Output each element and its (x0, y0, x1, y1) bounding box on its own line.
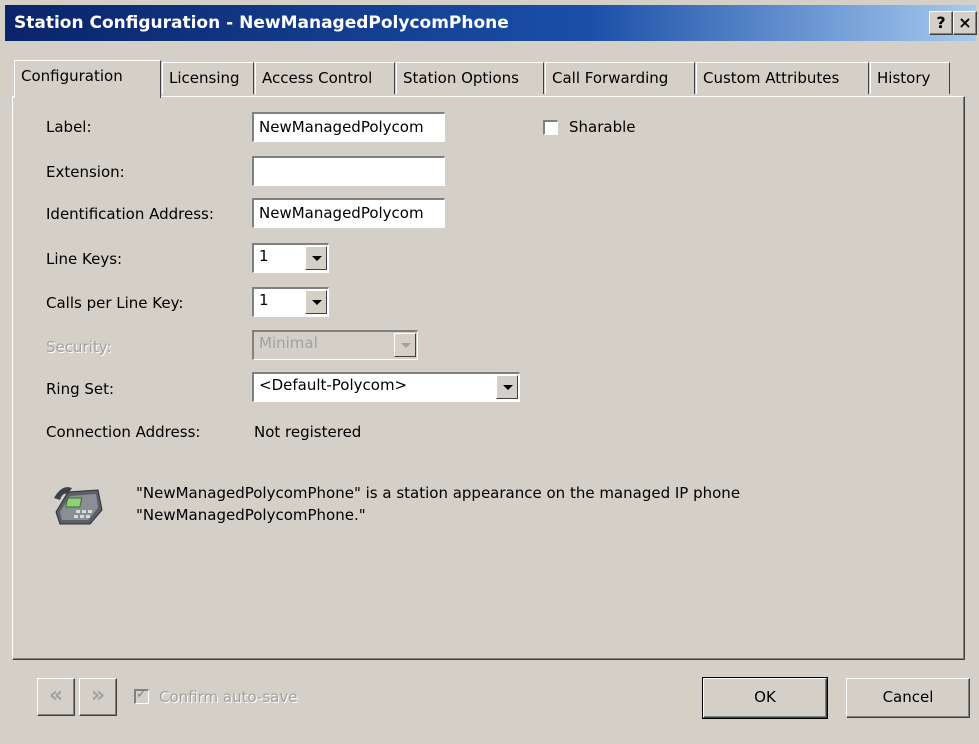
confirm-autosave-checkbox: ✓ (134, 687, 149, 704)
tab-station-options[interactable]: Station Options (396, 62, 544, 94)
next-button[interactable]: » (79, 678, 117, 716)
tab-licensing[interactable]: Licensing (162, 62, 254, 94)
label-input[interactable]: NewManagedPolycom (252, 112, 445, 142)
extension-label: Extension: (46, 163, 125, 181)
checkmark-icon: ✓ (136, 687, 147, 702)
ring-set-select[interactable]: <Default-Polycom> (252, 372, 520, 402)
tab-label: Call Forwarding (552, 69, 669, 87)
tab-label: Access Control (262, 69, 373, 87)
title-bar: Station Configuration - NewManagedPolyco… (5, 5, 977, 41)
ip-phone-icon (50, 478, 106, 528)
sharable-label: Sharable (569, 118, 636, 136)
ok-button[interactable]: OK (702, 677, 828, 719)
ring-set-label: Ring Set: (46, 380, 115, 398)
tab-label: Licensing (169, 69, 240, 87)
help-button[interactable]: ? (929, 11, 953, 35)
chevron-down-icon (394, 333, 416, 357)
tab-custom-attributes[interactable]: Custom Attributes (696, 62, 869, 94)
calls-per-line-key-value: 1 (259, 291, 269, 309)
calls-per-line-key-label: Calls per Line Key: (46, 294, 184, 312)
chevron-down-icon[interactable] (305, 246, 327, 270)
station-configuration-dialog: Station Configuration - NewManagedPolyco… (0, 0, 979, 744)
sharable-checkbox[interactable] (543, 120, 558, 135)
previous-button[interactable]: « (37, 678, 75, 716)
tab-configuration[interactable]: Configuration (14, 60, 161, 98)
connection-address-label: Connection Address: (46, 423, 201, 441)
chevron-down-icon[interactable] (305, 290, 327, 314)
close-button[interactable]: × (953, 11, 977, 35)
connection-address-value: Not registered (254, 423, 362, 441)
tab-history[interactable]: History (870, 62, 950, 94)
line-keys-value: 1 (259, 247, 269, 265)
tab-label: Station Options (403, 69, 519, 87)
confirm-autosave-label: Confirm auto-save (159, 688, 298, 706)
tab-label: Custom Attributes (703, 69, 840, 87)
tab-call-forwarding[interactable]: Call Forwarding (545, 62, 695, 94)
ring-set-value: <Default-Polycom> (259, 376, 408, 394)
label-field-label: Label: (46, 118, 92, 136)
info-text-line2: "NewManagedPolycomPhone." (136, 506, 366, 524)
chevron-down-icon[interactable] (496, 375, 518, 399)
window-title: Station Configuration - NewManagedPolyco… (14, 13, 509, 33)
line-keys-label: Line Keys: (46, 250, 123, 268)
tab-access-control[interactable]: Access Control (255, 62, 395, 94)
info-text-line1: "NewManagedPolycomPhone" is a station ap… (136, 484, 741, 502)
tab-label: Configuration (21, 67, 123, 85)
security-value: Minimal (259, 334, 318, 352)
security-select: Minimal (252, 330, 418, 360)
identification-address-input[interactable]: NewManagedPolycom (252, 198, 445, 228)
calls-per-line-key-select[interactable]: 1 (252, 287, 329, 317)
security-label: Security: (46, 338, 112, 356)
cancel-button[interactable]: Cancel (846, 678, 970, 718)
identification-address-label: Identification Address: (46, 205, 214, 223)
extension-input[interactable] (252, 156, 445, 186)
line-keys-select[interactable]: 1 (252, 243, 329, 273)
tab-label: History (877, 69, 931, 87)
